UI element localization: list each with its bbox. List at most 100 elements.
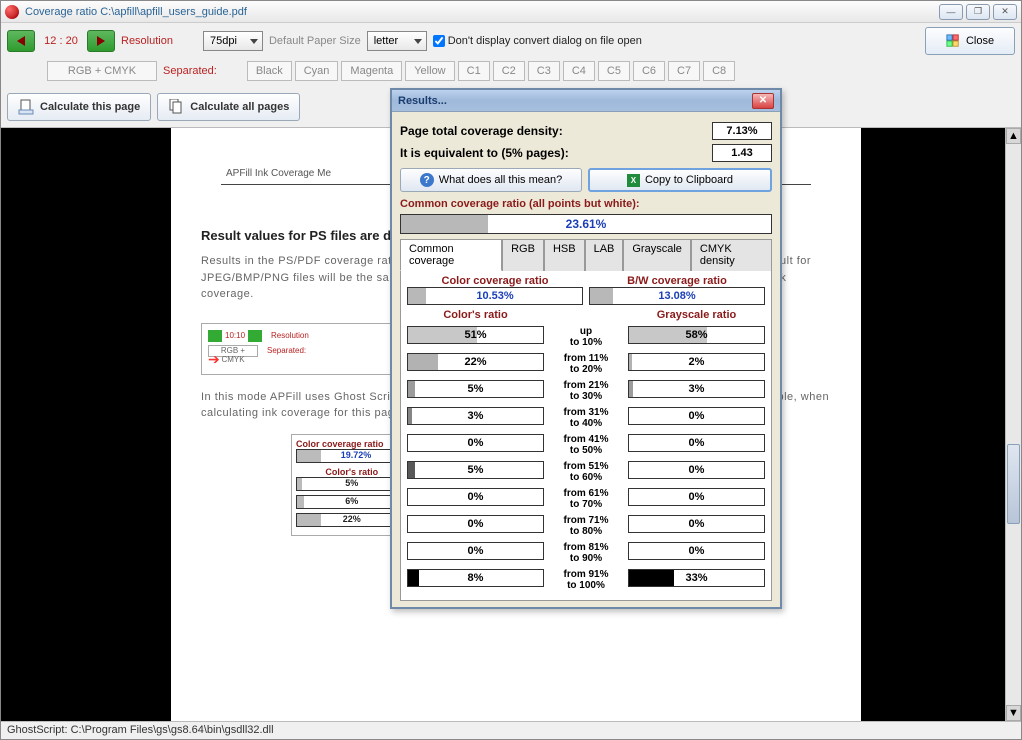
tab-common-coverage[interactable]: Common coverage [400, 239, 502, 271]
bw-coverage-bar: 13.08% [589, 287, 765, 305]
common-coverage-bar: 23.61% [400, 214, 772, 234]
grayscale-ratio-label: Grayscale ratio [628, 309, 765, 321]
colors-ratio-label: Color's ratio [407, 309, 544, 321]
tab-hsb[interactable]: HSB [544, 239, 585, 271]
close-button[interactable]: Close [925, 27, 1015, 55]
distribution-bar: 2% [628, 353, 765, 371]
separated-label: Separated: [163, 65, 217, 77]
tab-lab[interactable]: LAB [585, 239, 624, 271]
paper-size-select[interactable]: letter [367, 31, 427, 51]
color-distribution-list: 51%22%5%3%0%5%0%0%0%8% [407, 321, 544, 591]
distribution-bar: 33% [628, 569, 765, 587]
range-label: from 91%to 100% [550, 567, 622, 594]
tab-cmyk-density[interactable]: CMYK density [691, 239, 772, 271]
channel-button-c3[interactable]: C3 [528, 61, 560, 81]
channel-button-c8[interactable]: C8 [703, 61, 735, 81]
help-button-label: What does all this mean? [439, 174, 563, 186]
toolbar-row-2: RGB + CMYK Separated: BlackCyanMagentaYe… [1, 59, 1021, 87]
calculate-page-label: Calculate this page [40, 101, 140, 113]
distribution-bar: 5% [407, 461, 544, 479]
scroll-thumb[interactable] [1007, 444, 1020, 524]
equiv-value: 1.43 [712, 144, 772, 162]
calculate-page-button[interactable]: Calculate this page [7, 93, 151, 121]
range-label: from 11%to 20% [550, 351, 622, 378]
density-value: 7.13% [712, 122, 772, 140]
paper-size-label: Default Paper Size [269, 35, 361, 47]
range-label: from 51%to 60% [550, 459, 622, 486]
arrow-right-icon [97, 36, 105, 46]
channel-button-c7[interactable]: C7 [668, 61, 700, 81]
window-buttons: — ❐ ✕ [939, 4, 1017, 20]
range-label: from 81%to 90% [550, 540, 622, 567]
dpi-value: 75dpi [210, 35, 237, 47]
channel-button-black[interactable]: Black [247, 61, 292, 81]
grayscale-distribution-list: 58%2%3%0%0%0%0%0%0%33% [628, 321, 765, 591]
channel-button-yellow[interactable]: Yellow [405, 61, 454, 81]
page-number: 12 : 20 [41, 35, 81, 47]
dont-display-input[interactable] [433, 35, 445, 47]
distribution-bar: 58% [628, 326, 765, 344]
what-does-this-mean-button[interactable]: ? What does all this mean? [400, 168, 582, 192]
copy-to-clipboard-button[interactable]: X Copy to Clipboard [588, 168, 772, 192]
toolbar-row-1: 12 : 20 Resolution 75dpi Default Paper S… [1, 23, 1021, 59]
results-close-button[interactable]: ✕ [752, 93, 774, 109]
tab-rgb[interactable]: RGB [502, 239, 544, 271]
close-label: Close [966, 35, 994, 47]
color-coverage-label: Color coverage ratio [407, 275, 583, 287]
results-tabs: Common coverageRGBHSBLABGrayscaleCMYK de… [400, 238, 772, 271]
dont-display-checkbox[interactable]: Don't display convert dialog on file ope… [433, 35, 642, 47]
distribution-bar: 0% [407, 515, 544, 533]
distribution-bar: 0% [628, 461, 765, 479]
distribution-bar: 0% [628, 407, 765, 425]
channel-button-cyan[interactable]: Cyan [295, 61, 339, 81]
range-label: from 61%to 70% [550, 486, 622, 513]
density-label: Page total coverage density: [400, 124, 712, 138]
distribution-bar: 51% [407, 326, 544, 344]
calculate-all-button[interactable]: Calculate all pages [157, 93, 300, 121]
next-page-button[interactable] [87, 30, 115, 52]
color-coverage-bar: 10.53% [407, 287, 583, 305]
scroll-down-button[interactable]: ▼ [1006, 705, 1021, 721]
distribution-bar: 0% [407, 434, 544, 452]
left-margin [1, 128, 171, 721]
dont-display-label: Don't display convert dialog on file ope… [448, 35, 642, 47]
prev-page-button[interactable] [7, 30, 35, 52]
channel-button-magenta[interactable]: Magenta [341, 61, 402, 81]
minimize-button[interactable]: — [939, 4, 963, 20]
range-label: upto 10% [550, 324, 622, 351]
range-labels: upto 10%from 11%to 20%from 21%to 30% from… [550, 309, 622, 594]
color-coverage-value: 10.53% [476, 290, 513, 302]
vertical-scrollbar[interactable]: ▲ ▼ [1005, 128, 1021, 721]
page-icon [18, 99, 34, 115]
scroll-track[interactable] [1006, 144, 1021, 705]
bw-coverage-value: 13.08% [658, 290, 695, 302]
channel-button-c1[interactable]: C1 [458, 61, 490, 81]
close-window-button[interactable]: ✕ [993, 4, 1017, 20]
channel-button-c5[interactable]: C5 [598, 61, 630, 81]
distribution-bar: 0% [628, 515, 765, 533]
channel-buttons: BlackCyanMagentaYellowC1C2C3C4C5C6C7C8 [247, 61, 735, 81]
range-label: from 71%to 80% [550, 513, 622, 540]
common-coverage-label: Common coverage ratio (all points but wh… [400, 198, 772, 210]
scroll-up-button[interactable]: ▲ [1006, 128, 1021, 144]
dpi-select[interactable]: 75dpi [203, 31, 263, 51]
channel-button-c4[interactable]: C4 [563, 61, 595, 81]
pages-icon [168, 99, 184, 115]
channel-button-c2[interactable]: C2 [493, 61, 525, 81]
distribution-bar: 3% [628, 380, 765, 398]
results-dialog: Results... ✕ Page total coverage density… [390, 88, 782, 609]
paper-size-value: letter [374, 35, 398, 47]
doc-header: APFill Ink Coverage Me [226, 168, 331, 179]
range-label: from 41%to 50% [550, 432, 622, 459]
channel-button-c6[interactable]: C6 [633, 61, 665, 81]
tab-grayscale[interactable]: Grayscale [623, 239, 691, 271]
maximize-button[interactable]: ❐ [966, 4, 990, 20]
rgb-cmyk-button[interactable]: RGB + CMYK [47, 61, 157, 81]
range-label: from 21%to 30% [550, 378, 622, 405]
status-bar: GhostScript: C:\Program Files\gs\gs8.64\… [1, 721, 1021, 739]
results-body: Page total coverage density: 7.13% It is… [392, 112, 780, 607]
common-coverage-tab-body: Color coverage ratio 10.53% B/W coverage… [400, 271, 772, 601]
bw-coverage-label: B/W coverage ratio [589, 275, 765, 287]
distribution-bar: 0% [407, 542, 544, 560]
equiv-label: It is equivalent to (5% pages): [400, 146, 712, 160]
